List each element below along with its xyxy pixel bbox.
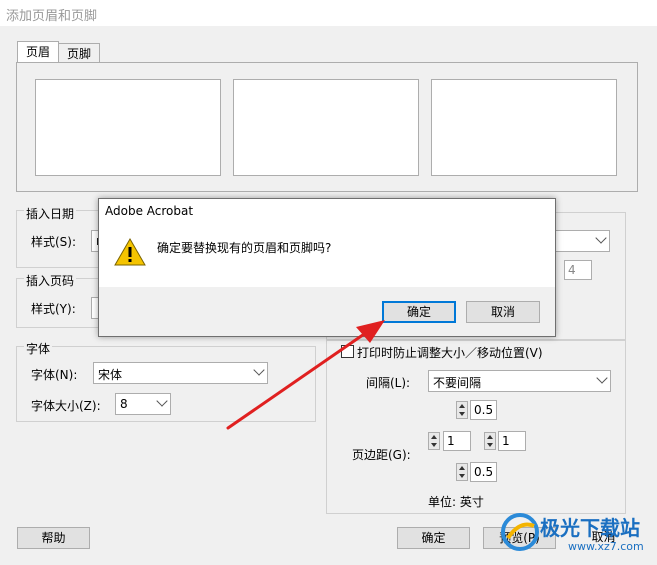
spacing-combo[interactable]: 不要间隔 (428, 370, 611, 392)
date-style-label: 样式(S): (31, 235, 77, 249)
right-margin-spinner[interactable] (484, 432, 496, 450)
font-label: 字体(N): (31, 368, 78, 382)
margin-label: 页边距(G): (352, 448, 411, 462)
header-center-textbox[interactable] (233, 79, 419, 176)
tab-header-label: 页眉 (25, 45, 50, 59)
spacing-value: 不要间隔 (433, 376, 482, 390)
font-group-title: 字体 (24, 340, 53, 357)
tab-footer[interactable]: 页脚 (58, 43, 100, 64)
dialog-cancel-button[interactable]: 取消 (466, 301, 540, 323)
page-style-label: 样式(Y): (31, 302, 76, 316)
chevron-down-icon (156, 395, 168, 407)
watermark: 极光下载站 www.xz7.com (500, 510, 650, 560)
top-margin-input[interactable]: 0.5 (470, 400, 497, 420)
right-combo[interactable] (550, 230, 610, 252)
header-right-textbox[interactable] (431, 79, 617, 176)
start-page-input[interactable]: 4 (564, 260, 592, 280)
dialog-title-bar: Adobe Acrobat (99, 199, 555, 224)
left-margin-input[interactable]: 1 (443, 431, 471, 451)
dialog-title: Adobe Acrobat (105, 204, 194, 218)
header-left-textbox[interactable] (35, 79, 221, 176)
right-margin-input[interactable]: 1 (498, 431, 526, 451)
dialog-message: 确定要替换现有的页眉和页脚吗? (157, 241, 332, 255)
font-value: 宋体 (98, 368, 123, 382)
bottom-margin-spinner[interactable] (456, 463, 468, 481)
help-button[interactable]: 帮助 (17, 527, 90, 549)
tab-header[interactable]: 页眉 (17, 41, 59, 64)
top-margin-spinner[interactable] (456, 401, 468, 419)
unit-text: 单位: 英寸 (428, 495, 484, 509)
window-title: 添加页眉和页脚 (6, 9, 98, 24)
font-size-label: 字体大小(Z): (31, 399, 101, 413)
window-title-bar: 添加页眉和页脚 (0, 0, 657, 26)
watermark-url: www.xz7.com (568, 540, 644, 553)
warning-icon (114, 237, 146, 266)
page-number-group-title: 插入页码 (24, 272, 77, 289)
chevron-down-icon (596, 372, 608, 384)
watermark-logo-icon (501, 513, 539, 551)
ok-button[interactable]: 确定 (397, 527, 470, 549)
font-size-combo[interactable]: 8 (115, 393, 171, 415)
left-margin-spinner[interactable] (428, 432, 440, 450)
font-size-value: 8 (120, 397, 128, 411)
watermark-name: 极光下载站 (540, 516, 640, 540)
date-group-title: 插入日期 (24, 205, 77, 222)
red-arrow-annotation (226, 320, 385, 430)
tab-footer-label: 页脚 (66, 47, 91, 61)
bottom-margin-input[interactable]: 0.5 (470, 462, 497, 482)
chevron-down-icon (595, 232, 607, 244)
